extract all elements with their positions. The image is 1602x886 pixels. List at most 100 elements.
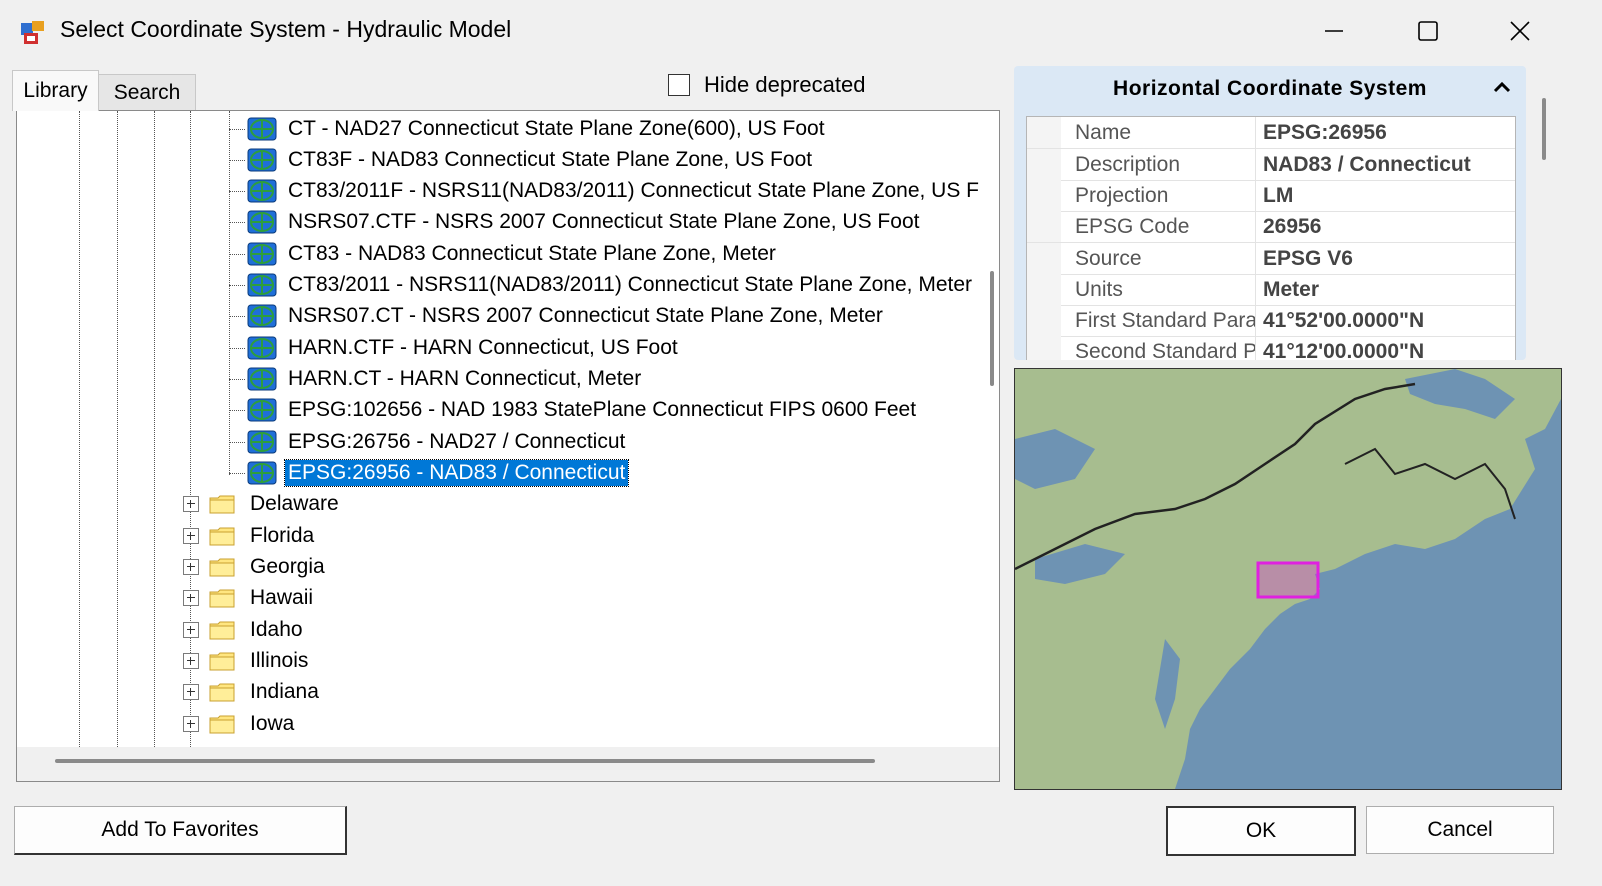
property-value: EPSG V6 (1263, 247, 1353, 270)
tree-item-coordinate-system[interactable]: NSRS07.CT - NSRS 2007 Connecticut State … (229, 301, 886, 331)
tree-item-coordinate-system-selected[interactable]: EPSG:26956 - NAD83 / Connecticut (229, 458, 630, 488)
folder-icon (209, 527, 235, 546)
globe-icon (247, 210, 277, 234)
tree-item-label: Florida (250, 524, 315, 547)
map-image (1015, 369, 1561, 789)
property-value: NAD83 / Connecticut (1263, 153, 1471, 176)
horizontal-coordinate-system-panel: Horizontal Coordinate System Name EPSG:26… (1014, 66, 1526, 360)
expand-icon[interactable] (183, 684, 199, 700)
expand-icon[interactable] (183, 496, 199, 512)
tree-item-coordinate-system[interactable]: CT83/2011F - NSRS11(NAD83/2011) Connecti… (229, 176, 1000, 206)
maximize-button[interactable] (1392, 0, 1464, 62)
property-value: LM (1263, 184, 1294, 207)
minimize-button[interactable] (1298, 0, 1370, 62)
property-row[interactable]: Description NAD83 / Connecticut (1027, 149, 1515, 181)
tree-item-label: CT83/2011F - NSRS11(NAD83/2011) Connecti… (288, 179, 1000, 202)
property-row[interactable]: Units Meter (1027, 274, 1515, 306)
tree-item-folder-indiana[interactable]: Indiana (183, 677, 322, 707)
expand-icon[interactable] (183, 653, 199, 669)
expand-icon[interactable] (183, 590, 199, 606)
tree-item-label: CT83F - NAD83 Connecticut State Plane Zo… (288, 148, 813, 171)
tree-item-coordinate-system[interactable]: CT83 - NAD83 Connecticut State Plane Zon… (229, 239, 779, 269)
add-to-favorites-button[interactable]: Add To Favorites (14, 806, 347, 855)
app-icon (21, 21, 44, 44)
tree-item-label: Georgia (250, 555, 325, 578)
globe-icon (247, 179, 277, 203)
tree-item-coordinate-system[interactable]: NSRS07.CTF - NSRS 2007 Connecticut State… (229, 207, 922, 237)
property-row[interactable]: Projection LM (1027, 180, 1515, 212)
tree-item-coordinate-system[interactable]: HARN.CT - HARN Connecticut, Meter (229, 364, 644, 394)
tree-item-coordinate-system[interactable]: CT83/2011 - NSRS11(NAD83/2011) Connectic… (229, 270, 975, 300)
tree-vertical-scroll-thumb[interactable] (990, 271, 994, 386)
tree-item-label: CT83 - NAD83 Connecticut State Plane Zon… (288, 242, 776, 265)
globe-icon (247, 430, 277, 454)
tree-horizontal-scrollbar[interactable] (17, 747, 999, 781)
tree-item-folder-delaware[interactable]: Delaware (183, 489, 342, 519)
folder-icon (209, 715, 235, 734)
coordinate-system-tree[interactable]: CT - NAD27 Connecticut State Plane Zone(… (16, 110, 1000, 782)
folder-icon (209, 683, 235, 702)
tree-item-label: HARN.CTF - HARN Connecticut, US Foot (288, 336, 678, 359)
tree-item-label: Idaho (250, 618, 303, 641)
expand-icon[interactable] (183, 528, 199, 544)
tree-item-label: CT83/2011 - NSRS11(NAD83/2011) Connectic… (288, 273, 973, 296)
tree-vertical-scrollbar[interactable] (979, 111, 999, 747)
tree-item-folder-georgia[interactable]: Georgia (183, 552, 328, 582)
cancel-button[interactable]: Cancel (1366, 806, 1554, 854)
tree-item-label: Delaware (250, 492, 339, 515)
property-value: 26956 (1263, 215, 1322, 238)
tree-item-coordinate-system[interactable]: EPSG:26756 - NAD27 / Connecticut (229, 427, 628, 457)
tree-item-folder-florida[interactable]: Florida (183, 521, 317, 551)
tree-item-label: Indiana (250, 680, 319, 703)
property-value: 41°12'00.0000"N (1263, 340, 1425, 360)
property-value: EPSG:26956 (1263, 121, 1387, 144)
globe-icon (247, 367, 277, 391)
expand-icon[interactable] (183, 559, 199, 575)
properties-scroll-thumb[interactable] (1542, 98, 1546, 160)
property-row[interactable]: Second Standard Parallel 41°12'00.0000"N (1027, 336, 1515, 360)
tree-item-folder-illinois[interactable]: Illinois (183, 646, 311, 676)
property-value: 41°52'00.0000"N (1263, 309, 1425, 332)
globe-icon (247, 304, 277, 328)
property-name: Name (1075, 121, 1132, 144)
hide-deprecated-option[interactable]: Hide deprecated (668, 72, 865, 98)
property-row[interactable]: EPSG Code 26956 (1027, 211, 1515, 243)
tree-item-coordinate-system[interactable]: CT - NAD27 Connecticut State Plane Zone(… (229, 114, 828, 144)
tree-item-folder-iowa[interactable]: Iowa (183, 709, 297, 739)
tab-library[interactable]: Library (12, 70, 99, 111)
expand-icon[interactable] (183, 716, 199, 732)
close-button[interactable] (1484, 0, 1556, 62)
tree-item-coordinate-system[interactable]: HARN.CTF - HARN Connecticut, US Foot (229, 333, 681, 363)
tree-item-folder-idaho[interactable]: Idaho (183, 615, 306, 645)
hide-deprecated-checkbox[interactable] (668, 74, 690, 96)
property-row[interactable]: Name EPSG:26956 (1027, 117, 1515, 149)
ok-button[interactable]: OK (1166, 806, 1356, 856)
property-name: Source (1075, 247, 1142, 270)
tree-item-folder-hawaii[interactable]: Hawaii (183, 583, 316, 613)
tree-item-coordinate-system[interactable]: EPSG:102656 - NAD 1983 StatePlane Connec… (229, 395, 919, 425)
tree-item-coordinate-system[interactable]: CT83F - NAD83 Connecticut State Plane Zo… (229, 145, 815, 175)
tree-item-label: EPSG:26756 - NAD27 / Connecticut (288, 430, 626, 453)
tab-search[interactable]: Search (98, 74, 196, 112)
property-row[interactable]: Source EPSG V6 (1027, 243, 1515, 275)
chevron-up-icon[interactable] (1492, 78, 1512, 98)
tree-horizontal-scroll-thumb[interactable] (55, 759, 875, 763)
property-name: Units (1075, 278, 1123, 301)
expand-icon[interactable] (183, 622, 199, 638)
tree-guide-line (117, 111, 118, 747)
property-name: Description (1075, 153, 1181, 176)
globe-icon (247, 148, 277, 172)
property-name: EPSG Code (1075, 215, 1190, 238)
tree-item-label: EPSG:102656 - NAD 1983 StatePlane Connec… (288, 398, 917, 421)
tree-item-label: EPSG:26956 - NAD83 / Connecticut (283, 459, 630, 487)
folder-icon (209, 652, 235, 671)
tree-item-label: Illinois (250, 649, 309, 672)
tree-item-label: CT - NAD27 Connecticut State Plane Zone(… (288, 117, 825, 140)
property-row[interactable]: First Standard Parallel 41°52'00.0000"N (1027, 305, 1515, 337)
property-name: First Standard Parallel (1075, 309, 1255, 332)
tree-item-label: HARN.CT - HARN Connecticut, Meter (288, 367, 642, 390)
globe-icon (247, 242, 277, 266)
panel-header[interactable]: Horizontal Coordinate System (1014, 66, 1526, 112)
globe-icon (247, 117, 277, 141)
extent-highlight (1256, 561, 1320, 599)
